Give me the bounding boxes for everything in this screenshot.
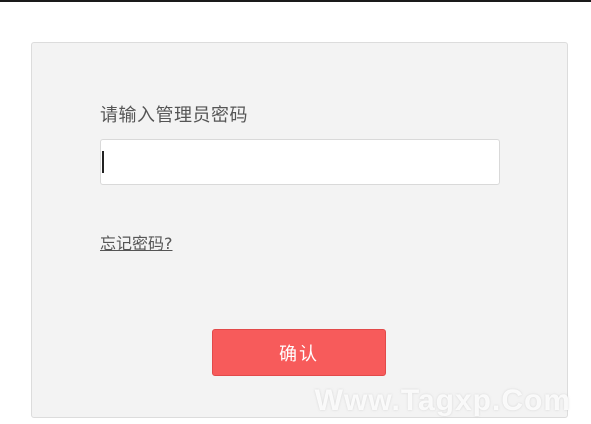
login-panel: 请输入管理员密码 忘记密码? 确认 bbox=[31, 42, 568, 418]
watermark: Www.Tagxp.Com bbox=[314, 384, 571, 417]
text-cursor bbox=[102, 151, 104, 173]
password-input[interactable] bbox=[100, 139, 500, 185]
forgot-password-link[interactable]: 忘记密码? bbox=[100, 230, 173, 254]
password-prompt-label: 请输入管理员密码 bbox=[100, 105, 248, 126]
top-divider bbox=[0, 0, 591, 2]
confirm-button[interactable]: 确认 bbox=[212, 329, 386, 376]
